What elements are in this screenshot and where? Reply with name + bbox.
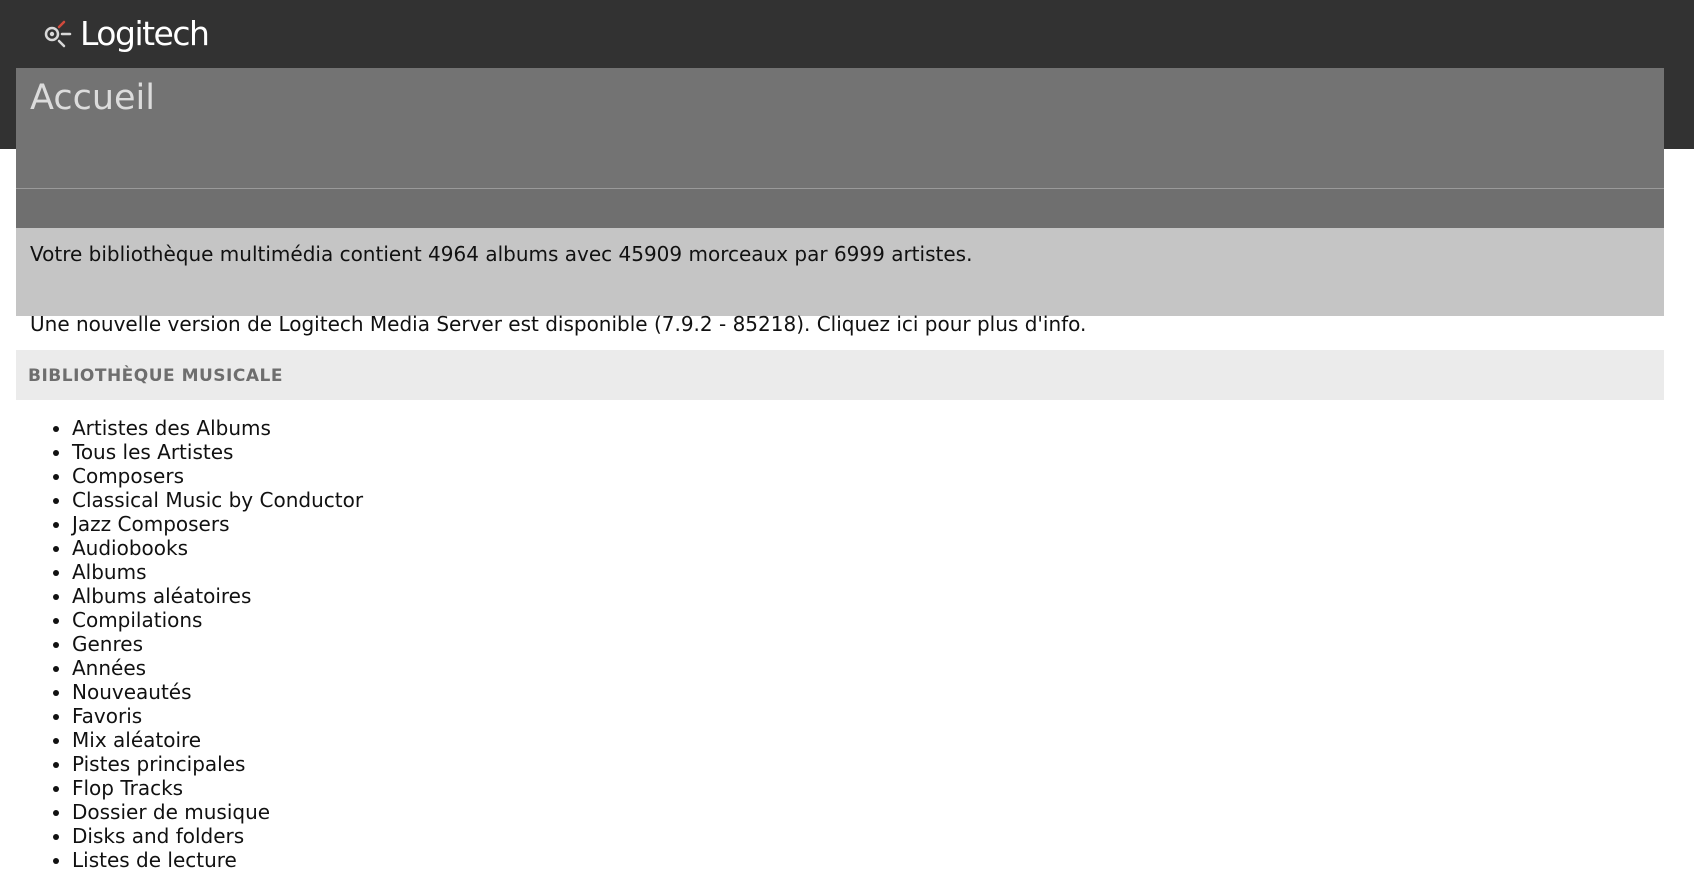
list-item: Audiobooks (72, 536, 363, 560)
list-item: Nouveautés (72, 680, 363, 704)
list-item: Genres (72, 632, 363, 656)
menu-link-new-music[interactable]: Nouveautés (72, 680, 192, 704)
update-info-link[interactable]: Cliquez ici pour plus d'info. (817, 312, 1087, 336)
logitech-logo-icon (34, 18, 72, 50)
menu-link-classical-by-conductor[interactable]: Classical Music by Conductor (72, 488, 363, 512)
menu-link-compilations[interactable]: Compilations (72, 608, 202, 632)
menu-link-all-artists[interactable]: Tous les Artistes (72, 440, 233, 464)
list-item: Listes de lecture (72, 848, 363, 872)
logitech-logo[interactable]: Logitech (30, 14, 210, 54)
list-item: Flop Tracks (72, 776, 363, 800)
list-item: Dossier de musique (72, 800, 363, 824)
menu-link-flop-tracks[interactable]: Flop Tracks (72, 776, 183, 800)
logo-text: Logitech (80, 14, 210, 53)
music-library-menu: Artistes des Albums Tous les Artistes Co… (30, 416, 363, 872)
music-library-header: BIBLIOTHÈQUE MUSICALE (16, 350, 1664, 400)
list-item: Mix aléatoire (72, 728, 363, 752)
list-item: Pistes principales (72, 752, 363, 776)
menu-link-audiobooks[interactable]: Audiobooks (72, 536, 188, 560)
menu-link-albums[interactable]: Albums (72, 560, 147, 584)
list-item: Composers (72, 464, 363, 488)
list-item: Compilations (72, 608, 363, 632)
menu-link-favorites[interactable]: Favoris (72, 704, 142, 728)
title-strip (16, 189, 1664, 228)
list-item: Tous les Artistes (72, 440, 363, 464)
page-title: Accueil (30, 78, 155, 118)
update-notice-text: Une nouvelle version de Logitech Media S… (30, 312, 811, 336)
list-item: Années (72, 656, 363, 680)
list-item: Artistes des Albums (72, 416, 363, 440)
list-item: Classical Music by Conductor (72, 488, 363, 512)
list-item: Disks and folders (72, 824, 363, 848)
menu-link-disks-and-folders[interactable]: Disks and folders (72, 824, 244, 848)
list-item: Albums aléatoires (72, 584, 363, 608)
list-item: Albums (72, 560, 363, 584)
menu-link-random-albums[interactable]: Albums aléatoires (72, 584, 251, 608)
list-item: Favoris (72, 704, 363, 728)
menu-link-composers[interactable]: Composers (72, 464, 184, 488)
update-notice: Une nouvelle version de Logitech Media S… (30, 312, 1086, 336)
menu-link-top-tracks[interactable]: Pistes principales (72, 752, 245, 776)
library-stats-panel: Votre bibliothèque multimédia contient 4… (16, 228, 1664, 316)
menu-link-jazz-composers[interactable]: Jazz Composers (72, 512, 230, 536)
page-title-panel: Accueil (16, 68, 1664, 188)
music-library-title: BIBLIOTHÈQUE MUSICALE (28, 366, 283, 386)
menu-link-genres[interactable]: Genres (72, 632, 143, 656)
menu-link-playlists[interactable]: Listes de lecture (72, 848, 237, 872)
menu-link-album-artists[interactable]: Artistes des Albums (72, 416, 271, 440)
menu-link-random-mix[interactable]: Mix aléatoire (72, 728, 201, 752)
menu-link-music-folder[interactable]: Dossier de musique (72, 800, 270, 824)
menu-link-years[interactable]: Années (72, 656, 146, 680)
library-stats-text: Votre bibliothèque multimédia contient 4… (30, 242, 973, 266)
list-item: Jazz Composers (72, 512, 363, 536)
